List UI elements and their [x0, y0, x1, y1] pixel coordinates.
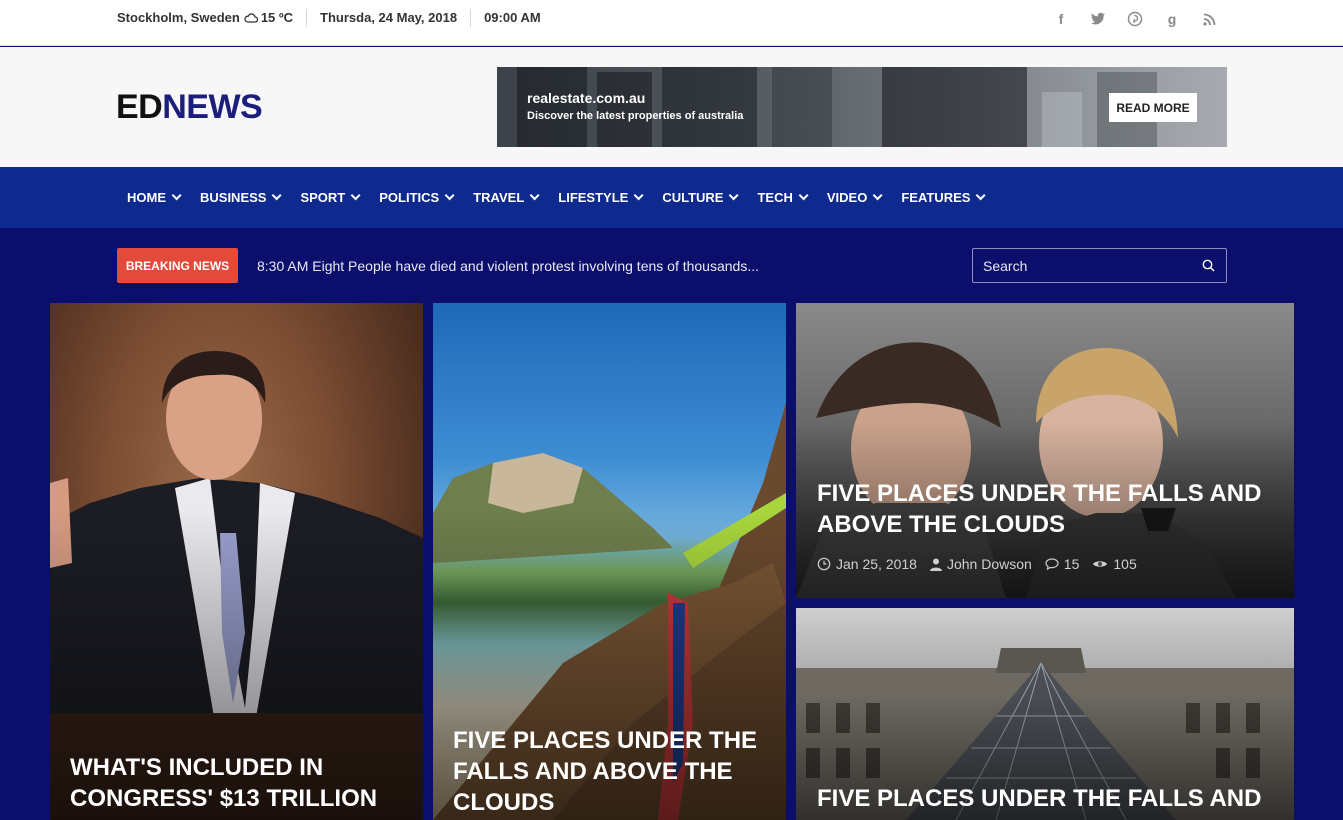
nav-item-travel[interactable]: TRAVEL	[473, 190, 540, 205]
weather: Stockholm, Sweden 15 ºC	[117, 9, 308, 27]
ad-building-6	[1042, 92, 1082, 147]
search-icon[interactable]	[1202, 259, 1215, 272]
chevron-down-icon	[272, 190, 283, 201]
featured-card-3[interactable]: FIVE PLACES UNDER THE FALLS AND ABOVE TH…	[796, 303, 1294, 598]
clock-icon	[817, 557, 831, 571]
card-title[interactable]: WHAT'S INCLUDED IN CONGRESS' $13 TRILLIO…	[70, 752, 410, 814]
twitter-icon[interactable]	[1089, 8, 1107, 30]
comment-icon	[1045, 558, 1059, 570]
nav-label: FEATURES	[901, 190, 971, 205]
site-header: EDNEWS realestate.com.au Discover the la…	[0, 47, 1343, 167]
user-icon	[929, 558, 942, 571]
temperature-text: 15 ºC	[260, 10, 294, 25]
nav-label: LIFESTYLE	[558, 190, 629, 205]
date-text: Thursda, 24 May, 2018	[307, 9, 472, 27]
chevron-down-icon	[444, 190, 455, 201]
nav-item-lifestyle[interactable]: LIFESTYLE	[558, 190, 644, 205]
card-title[interactable]: FIVE PLACES UNDER THE FALLS AND ABOVE TH…	[453, 725, 773, 818]
chevron-down-icon	[350, 190, 361, 201]
pinterest-icon[interactable]	[1126, 8, 1144, 30]
search-box	[972, 248, 1227, 283]
site-logo[interactable]: EDNEWS	[116, 88, 263, 126]
nav-label: POLITICS	[379, 190, 440, 205]
nav-label: TECH	[757, 190, 793, 205]
meta-comments[interactable]: 15	[1045, 556, 1080, 572]
nav-item-home[interactable]: HOME	[127, 190, 182, 205]
chevron-down-icon	[976, 190, 987, 201]
google-plus-icon[interactable]: g	[1163, 8, 1181, 30]
ad-building-4	[772, 67, 832, 147]
location-text: Stockholm, Sweden	[117, 10, 240, 25]
ad-building-5	[882, 67, 1027, 147]
eye-icon	[1093, 561, 1108, 567]
chevron-down-icon	[529, 190, 540, 201]
cloud-icon	[244, 13, 258, 23]
meta-date-text: Jan 25, 2018	[836, 556, 917, 572]
card-meta: Jan 25, 2018 John Dowson 15 105	[817, 556, 1150, 572]
meta-author-text: John Dowson	[946, 556, 1032, 572]
nav-list: HOME BUSINESS SPORT POLITICS TRAVEL LIFE…	[127, 167, 1004, 228]
meta-views-count: 105	[1113, 556, 1137, 572]
nav-label: VIDEO	[826, 190, 868, 205]
chevron-down-icon	[798, 190, 809, 201]
ad-brand: realestate.com.au	[527, 90, 646, 106]
social-links: f g	[1052, 8, 1218, 30]
logo-part-2: NEWS	[162, 88, 263, 126]
top-info: Stockholm, Sweden 15 ºC Thursda, 24 May,…	[117, 0, 554, 36]
ad-banner[interactable]: realestate.com.au Discover the latest pr…	[497, 67, 1227, 147]
ad-tagline: Discover the latest properties of austra…	[527, 110, 744, 122]
nav-label: SPORT	[300, 190, 346, 205]
featured-card-2[interactable]: FIVE PLACES UNDER THE FALLS AND ABOVE TH…	[433, 303, 786, 820]
search-input[interactable]	[973, 249, 1193, 282]
nav-item-business[interactable]: BUSINESS	[200, 190, 283, 205]
chevron-down-icon	[729, 190, 740, 201]
chevron-down-icon	[171, 190, 182, 201]
meta-date: Jan 25, 2018	[817, 556, 917, 572]
nav-item-tech[interactable]: TECH	[757, 190, 809, 205]
nav-label: HOME	[127, 190, 166, 205]
nav-item-politics[interactable]: POLITICS	[379, 190, 455, 205]
chevron-down-icon	[872, 190, 883, 201]
time-text: 09:00 AM	[484, 10, 541, 25]
meta-views: 105	[1092, 556, 1137, 572]
nav-label: BUSINESS	[200, 190, 267, 205]
top-bar: Stockholm, Sweden 15 ºC Thursda, 24 May,…	[0, 0, 1343, 46]
logo-part-1: ED	[116, 88, 163, 126]
featured-card-4[interactable]: FIVE PLACES UNDER THE FALLS AND	[796, 608, 1294, 820]
card-title[interactable]: FIVE PLACES UNDER THE FALLS AND ABOVE TH…	[817, 478, 1277, 540]
rss-icon[interactable]	[1200, 8, 1218, 30]
featured-card-1[interactable]: WHAT'S INCLUDED IN CONGRESS' $13 TRILLIO…	[50, 303, 423, 820]
breaking-news-ticker[interactable]: 8:30 AM Eight People have died and viole…	[257, 258, 759, 274]
nav-item-features[interactable]: FEATURES	[901, 190, 987, 205]
nav-label: CULTURE	[662, 190, 724, 205]
chevron-down-icon	[633, 190, 644, 201]
nav-item-sport[interactable]: SPORT	[300, 190, 361, 205]
card-title[interactable]: FIVE PLACES UNDER THE FALLS AND	[817, 783, 1277, 814]
ad-building-3	[662, 67, 757, 147]
read-more-button[interactable]: READ MORE	[1109, 93, 1197, 122]
main-nav: HOME BUSINESS SPORT POLITICS TRAVEL LIFE…	[0, 167, 1343, 228]
nav-item-video[interactable]: VIDEO	[826, 190, 883, 205]
facebook-icon[interactable]: f	[1052, 8, 1070, 30]
nav-label: TRAVEL	[473, 190, 525, 205]
ad-building-1	[517, 67, 587, 147]
breaking-news-badge: BREAKING NEWS	[117, 248, 238, 283]
meta-comments-count: 15	[1063, 556, 1080, 572]
nav-item-culture[interactable]: CULTURE	[662, 190, 740, 205]
meta-author[interactable]: John Dowson	[929, 556, 1032, 572]
